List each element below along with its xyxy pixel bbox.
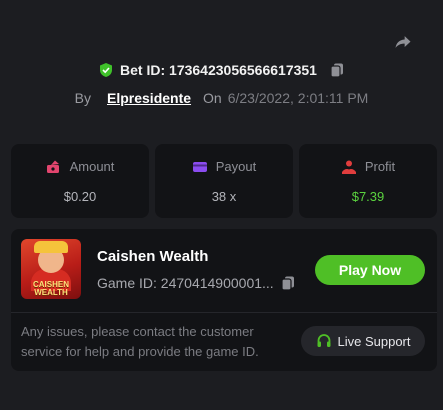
copy-bet-id-icon[interactable]: [329, 62, 345, 78]
headset-icon: [317, 334, 330, 347]
share-button[interactable]: [391, 30, 415, 54]
divider: [11, 312, 437, 313]
amount-value: $0.20: [63, 188, 97, 204]
live-support-button[interactable]: Live Support: [301, 326, 425, 356]
payout-value: 38 x: [211, 188, 237, 204]
profit-label: Profit: [364, 159, 396, 174]
bet-id: Bet ID: 1736423056566617351: [120, 62, 317, 78]
game-card: CAISHEN WEALTH Caishen Wealth Game ID: 2…: [11, 229, 437, 371]
bet-date: 6/23/2022, 2:01:11 PM: [227, 90, 369, 106]
game-name: Caishen Wealth: [97, 248, 209, 265]
profit-value: $7.39: [351, 188, 385, 204]
profit-stat: Profit $7.39: [299, 144, 437, 218]
game-thumbnail-logo: CAISHEN WEALTH: [32, 280, 69, 297]
game-thumbnail[interactable]: CAISHEN WEALTH: [21, 239, 81, 299]
author-row: By Elpresidente On 6/23/2022, 2:01:11 PM: [0, 90, 443, 106]
game-id-row: Game ID: 2470414900001...: [97, 275, 296, 291]
bet-stats: Amount $0.20 Payout 38 x Profit $7.39: [11, 144, 437, 218]
play-now-button[interactable]: Play Now: [315, 255, 425, 285]
support-message: Any issues, please contact the customer …: [21, 324, 259, 359]
username-link[interactable]: Elpresidente: [107, 90, 191, 106]
verified-shield-icon: [98, 62, 114, 78]
game-id: Game ID: 2470414900001...: [97, 275, 274, 291]
amount-stat: Amount $0.20: [11, 144, 149, 218]
on-label: On: [203, 90, 222, 106]
card-icon: [192, 161, 207, 172]
live-support-label: Live Support: [337, 333, 411, 349]
payout-stat: Payout 38 x: [155, 144, 293, 218]
bet-id-row: Bet ID: 1736423056566617351: [0, 62, 443, 78]
payout-label: Payout: [215, 159, 257, 174]
amount-icon: [46, 160, 59, 173]
by-label: By: [74, 90, 91, 106]
share-icon: [395, 36, 411, 48]
profit-icon: [341, 160, 356, 174]
copy-game-id-icon[interactable]: [280, 275, 296, 291]
amount-label: Amount: [69, 159, 115, 174]
